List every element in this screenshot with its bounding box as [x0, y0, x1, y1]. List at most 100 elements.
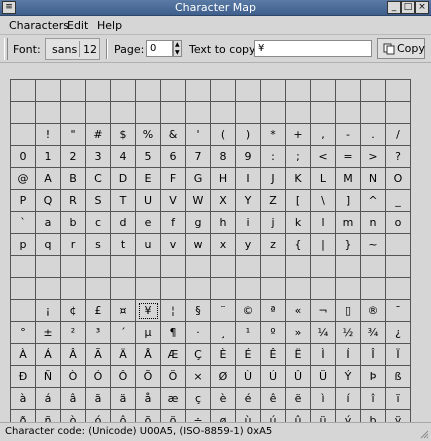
char-cell[interactable]: [10, 79, 36, 102]
spin-up-icon[interactable]: ▲: [175, 42, 180, 48]
char-cell[interactable]: ß: [385, 365, 411, 388]
char-cell[interactable]: 5: [135, 145, 161, 168]
char-cell[interactable]: Ë: [285, 343, 311, 366]
char-cell[interactable]: [10, 277, 36, 300]
page-spinbox-input[interactable]: 0: [146, 40, 173, 57]
char-cell[interactable]: [210, 255, 236, 278]
char-cell[interactable]: ª: [260, 299, 286, 322]
char-cell[interactable]: e: [135, 211, 161, 234]
char-cell[interactable]: [360, 101, 386, 124]
char-cell[interactable]: S: [85, 189, 111, 212]
char-cell[interactable]: `: [10, 211, 36, 234]
char-cell[interactable]: [210, 79, 236, 102]
char-cell[interactable]: r: [60, 233, 86, 256]
char-cell[interactable]: {: [285, 233, 311, 256]
char-cell[interactable]: n: [360, 211, 386, 234]
close-button[interactable]: ×: [415, 1, 429, 14]
char-cell[interactable]: 1: [35, 145, 61, 168]
char-cell[interactable]: g: [185, 211, 211, 234]
char-cell[interactable]: h: [210, 211, 236, 234]
char-cell[interactable]: À: [10, 343, 36, 366]
char-cell[interactable]: }: [335, 233, 361, 256]
char-cell[interactable]: Ã: [85, 343, 111, 366]
char-cell[interactable]: ä: [110, 387, 136, 410]
char-cell[interactable]: ": [60, 123, 86, 146]
char-cell[interactable]: d: [110, 211, 136, 234]
char-cell[interactable]: Ó: [85, 365, 111, 388]
char-cell[interactable]: [60, 277, 86, 300]
char-cell[interactable]: ï: [385, 387, 411, 410]
char-cell[interactable]: Ú: [260, 365, 286, 388]
char-cell[interactable]: [160, 79, 186, 102]
char-cell[interactable]: Ê: [260, 343, 286, 366]
char-cell[interactable]: 7: [185, 145, 211, 168]
char-cell[interactable]: ¼: [310, 321, 336, 344]
char-cell[interactable]: Þ: [360, 365, 386, 388]
char-cell[interactable]: ë: [285, 387, 311, 410]
char-cell[interactable]: à: [10, 387, 36, 410]
char-cell[interactable]: %: [135, 123, 161, 146]
char-cell[interactable]: ¶: [160, 321, 186, 344]
char-cell[interactable]: [335, 79, 361, 102]
char-cell[interactable]: &: [160, 123, 186, 146]
char-cell[interactable]: f: [160, 211, 186, 234]
char-cell[interactable]: [310, 255, 336, 278]
char-cell[interactable]: ?: [385, 145, 411, 168]
char-cell[interactable]: D: [110, 167, 136, 190]
char-cell[interactable]: [160, 255, 186, 278]
char-cell[interactable]: 8: [210, 145, 236, 168]
char-cell[interactable]: <: [310, 145, 336, 168]
char-cell[interactable]: î: [360, 387, 386, 410]
char-cell[interactable]: ×: [185, 365, 211, 388]
char-cell[interactable]: Ù: [235, 365, 261, 388]
char-cell[interactable]: Q: [35, 189, 61, 212]
char-cell[interactable]: !: [35, 123, 61, 146]
char-cell[interactable]: [285, 277, 311, 300]
char-cell[interactable]: 6: [160, 145, 186, 168]
char-cell[interactable]: ±: [35, 321, 61, 344]
char-cell[interactable]: j: [260, 211, 286, 234]
char-cell[interactable]: +: [285, 123, 311, 146]
char-cell[interactable]: Z: [260, 189, 286, 212]
char-cell[interactable]: [385, 233, 411, 256]
char-cell[interactable]: ê: [260, 387, 286, 410]
char-cell[interactable]: Ý: [335, 365, 361, 388]
char-cell[interactable]: [285, 101, 311, 124]
char-cell[interactable]: [10, 255, 36, 278]
char-cell[interactable]: 0: [10, 145, 36, 168]
char-cell[interactable]: [35, 101, 61, 124]
menu-characters[interactable]: Characters: [9, 19, 69, 32]
char-cell[interactable]: \: [310, 189, 336, 212]
char-cell[interactable]: m: [335, 211, 361, 234]
char-cell[interactable]: H: [210, 167, 236, 190]
char-cell[interactable]: [10, 299, 36, 322]
char-cell[interactable]: ì: [310, 387, 336, 410]
char-cell[interactable]: ¤: [110, 299, 136, 322]
char-cell[interactable]: a: [35, 211, 61, 234]
char-cell[interactable]: §: [185, 299, 211, 322]
char-cell[interactable]: |: [310, 233, 336, 256]
char-cell[interactable]: s: [85, 233, 111, 256]
char-cell[interactable]: [260, 255, 286, 278]
char-cell[interactable]: [60, 79, 86, 102]
char-cell[interactable]: ©: [235, 299, 261, 322]
char-cell[interactable]: Î: [360, 343, 386, 366]
char-cell[interactable]: 9: [235, 145, 261, 168]
char-cell[interactable]: [260, 101, 286, 124]
char-cell[interactable]: k: [285, 211, 311, 234]
char-cell[interactable]: B: [60, 167, 86, 190]
char-cell[interactable]: G: [185, 167, 211, 190]
maximize-button[interactable]: □: [401, 1, 415, 14]
char-cell[interactable]: W: [185, 189, 211, 212]
char-cell[interactable]: ]: [335, 189, 361, 212]
char-cell[interactable]: [235, 101, 261, 124]
char-cell[interactable]: E: [135, 167, 161, 190]
font-picker-button[interactable]: sans 12: [45, 38, 100, 60]
char-cell[interactable]: [110, 79, 136, 102]
char-cell[interactable]: ': [185, 123, 211, 146]
char-cell[interactable]: O: [385, 167, 411, 190]
char-cell[interactable]: l: [310, 211, 336, 234]
char-cell[interactable]: [260, 277, 286, 300]
char-cell[interactable]: [360, 79, 386, 102]
char-cell[interactable]: »: [285, 321, 311, 344]
